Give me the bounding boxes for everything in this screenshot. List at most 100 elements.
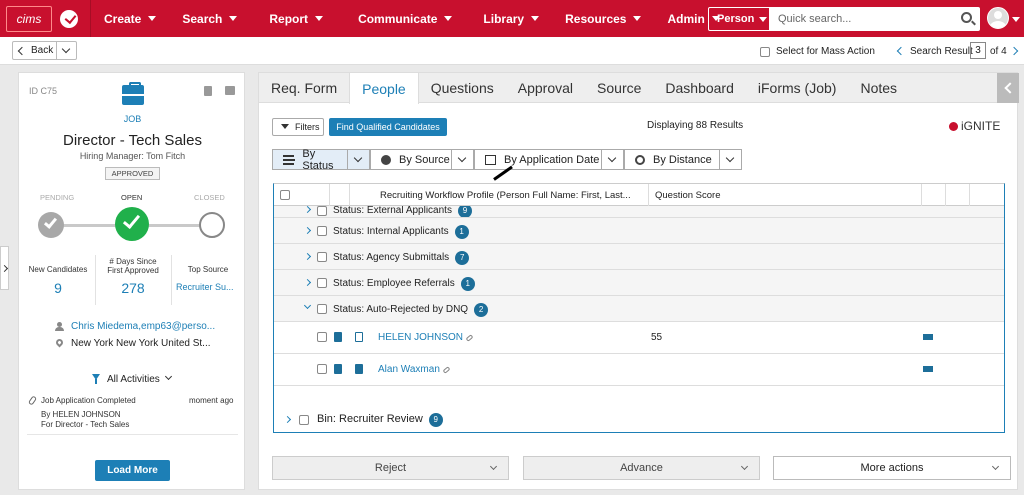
search-result-number-input[interactable]: 3 [970, 42, 986, 59]
crown-icon[interactable] [923, 334, 933, 340]
tab-req-form[interactable]: Req. Form [259, 73, 349, 103]
nav-communicate[interactable]: Communicate [336, 0, 465, 37]
caret-down-icon [148, 16, 157, 21]
group-by-status-dropdown[interactable] [348, 149, 370, 170]
advance-button[interactable]: Advance [523, 456, 760, 480]
group-label: Status: Employee Referrals 1 [333, 277, 475, 291]
nav-create[interactable]: Create [91, 0, 169, 37]
profile-icon[interactable] [334, 364, 342, 374]
nav-search[interactable]: Search [169, 0, 250, 37]
row-checkbox[interactable] [317, 364, 327, 374]
candidate-name-link[interactable]: Alan Waxman [378, 364, 451, 375]
chevron-right-icon[interactable] [303, 252, 312, 261]
bin-row-recruiter-review[interactable]: Bin: Recruiter Review 9 [274, 406, 1004, 432]
filter-icon[interactable] [92, 374, 100, 384]
row-checkbox[interactable] [317, 332, 327, 342]
tab-source[interactable]: Source [585, 73, 653, 103]
group-by-distance-button[interactable]: By Distance [624, 149, 720, 170]
group-by-application-date-button[interactable]: By Application Date [474, 149, 602, 170]
tab-iforms-job[interactable]: iForms (Job) [746, 73, 849, 103]
row-checkbox[interactable] [317, 206, 327, 216]
row-checkbox[interactable] [317, 278, 327, 288]
row-checkbox[interactable] [317, 304, 327, 314]
nav-library[interactable]: Library [465, 0, 552, 37]
row-checkbox[interactable] [317, 226, 327, 236]
group-row-referrals[interactable]: Status: Employee Referrals 1 [274, 270, 1004, 296]
top-source-link[interactable]: Recruiter Su... [176, 282, 234, 292]
chevron-down-icon[interactable] [303, 301, 312, 310]
group-label-text: Status: Auto-Rejected by DNQ [333, 304, 469, 315]
expand-left-panel-handle[interactable] [0, 246, 9, 290]
select-all-checkbox[interactable] [280, 190, 290, 200]
reject-button[interactable]: Reject [272, 456, 509, 480]
mass-action-checkbox[interactable] [760, 47, 770, 57]
cims-logo[interactable]: cims [6, 5, 52, 32]
group-row-internal[interactable]: Status: Internal Applicants 1 [274, 218, 1004, 244]
group-by-application-date-dropdown[interactable] [602, 149, 624, 170]
search-type-select[interactable]: Person [708, 7, 770, 31]
copy-icon[interactable] [204, 86, 212, 96]
candidate-name-link[interactable]: HELEN JOHNSON [378, 332, 474, 343]
search-type-label: Person [717, 13, 755, 25]
col-header-extra[interactable] [946, 184, 970, 206]
caret-down-icon[interactable] [1012, 17, 1020, 22]
user-avatar[interactable] [987, 7, 1009, 29]
group-by-distance-dropdown[interactable] [720, 149, 742, 170]
group-by-source-button[interactable]: By Source [370, 149, 452, 170]
search-icon[interactable] [961, 12, 972, 23]
caret-down-icon [633, 16, 642, 21]
back-button[interactable]: Back [12, 41, 57, 60]
count-badge: 2 [474, 303, 489, 317]
quick-search-placeholder: Quick search... [778, 13, 852, 25]
count-badge: 9 [457, 206, 472, 217]
profile-icon[interactable] [334, 332, 342, 342]
group-by-source-dropdown[interactable] [452, 149, 474, 170]
resume-icon[interactable] [355, 332, 363, 342]
col-header-extra[interactable] [922, 184, 946, 206]
group-label: Status: Agency Submittals 7 [333, 251, 470, 265]
nav-resources[interactable]: Resources [552, 0, 654, 37]
resume-icon[interactable] [355, 364, 363, 374]
col-header-score[interactable]: Question Score [649, 184, 922, 206]
metric-divider [171, 255, 172, 305]
tab-questions[interactable]: Questions [419, 73, 506, 103]
quick-search-input[interactable]: Quick search... [770, 7, 980, 31]
load-more-button[interactable]: Load More [95, 460, 170, 481]
table-row[interactable]: HELEN JOHNSON 55 [274, 322, 1004, 354]
group-row-auto-rejected[interactable]: Status: Auto-Rejected by DNQ 2 [274, 296, 1004, 322]
collapse-panel-button[interactable] [997, 73, 1019, 103]
record-type-label: JOB [123, 114, 142, 124]
search-result-label: Search Result [910, 46, 973, 57]
chevron-right-icon[interactable] [303, 278, 312, 287]
more-actions-button[interactable]: More actions [773, 456, 1011, 480]
dashboard-icon[interactable] [60, 9, 78, 28]
tab-approval[interactable]: Approval [506, 73, 585, 103]
chevron-right-icon[interactable] [283, 415, 292, 424]
group-row-external[interactable]: Status: External Applicants 9 [274, 206, 1004, 218]
contact-link[interactable]: Chris Miedema,emp63@perso... [71, 321, 215, 332]
crown-icon[interactable] [923, 366, 933, 372]
group-row-agency[interactable]: Status: Agency Submittals 7 [274, 244, 1004, 270]
col-header-profile[interactable]: Recruiting Workflow Profile (Person Full… [374, 184, 649, 206]
tab-dashboard[interactable]: Dashboard [653, 73, 746, 103]
tab-notes[interactable]: Notes [848, 73, 909, 103]
group-by-status-button[interactable]: By Status [272, 148, 348, 172]
next-result-icon[interactable] [1009, 46, 1019, 56]
nav-report[interactable]: Report [250, 0, 336, 37]
new-candidates-count[interactable]: 9 [23, 280, 93, 296]
prev-result-icon[interactable] [896, 46, 906, 56]
print-icon[interactable] [225, 86, 235, 95]
chevron-down-icon[interactable] [164, 372, 173, 381]
filters-button[interactable]: Filters [272, 118, 324, 136]
location-pin-icon [54, 337, 65, 348]
chevron-right-icon[interactable] [303, 206, 312, 214]
find-qualified-candidates-button[interactable]: Find Qualified Candidates [329, 118, 447, 136]
person-icon [55, 322, 64, 331]
all-activities-dropdown[interactable]: All Activities [107, 374, 160, 385]
tab-people[interactable]: People [349, 73, 419, 104]
row-checkbox[interactable] [299, 415, 309, 425]
back-history-dropdown[interactable] [57, 41, 77, 60]
table-row[interactable]: Alan Waxman [274, 354, 1004, 386]
row-checkbox[interactable] [317, 252, 327, 262]
chevron-right-icon[interactable] [303, 226, 312, 235]
